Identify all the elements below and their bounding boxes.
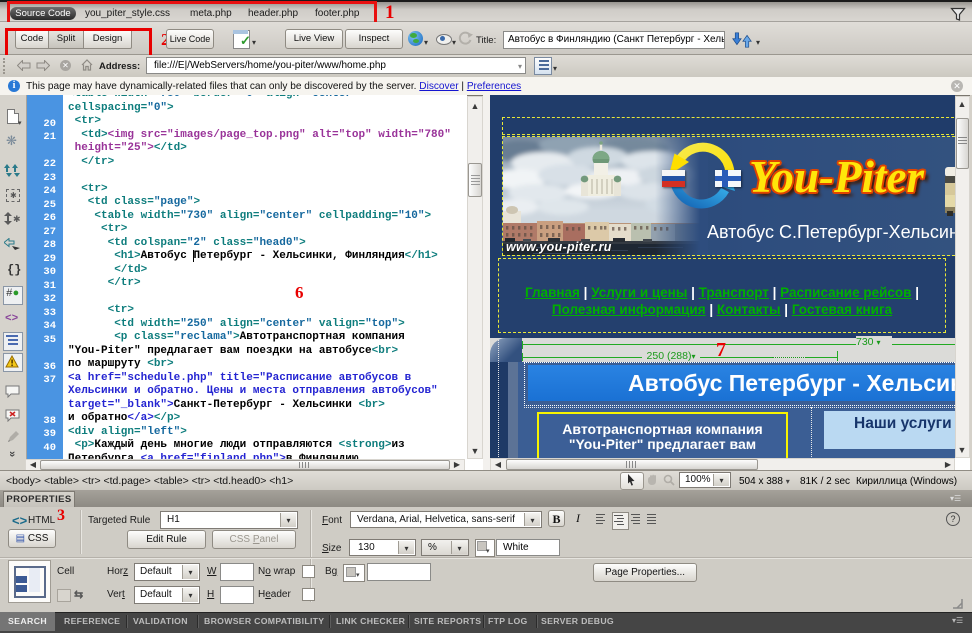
svg-text:✱: ✱ [13, 214, 20, 224]
